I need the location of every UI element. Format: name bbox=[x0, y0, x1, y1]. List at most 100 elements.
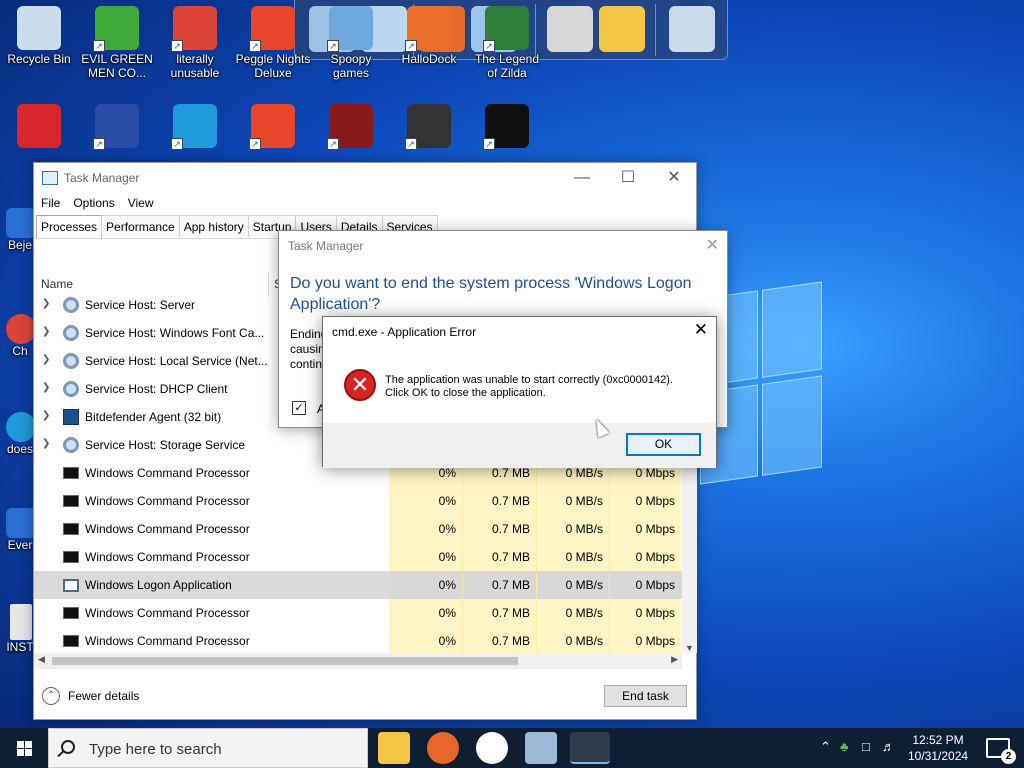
task-manager-titlebar[interactable]: Task Manager — ☐ ✕ bbox=[34, 163, 696, 193]
clock[interactable]: 12:52 PM 10/31/2024 bbox=[908, 732, 968, 764]
firefox-taskbar-icon[interactable] bbox=[427, 732, 459, 764]
expand-chevron-icon[interactable]: ❯ bbox=[42, 298, 50, 309]
service-gear-icon bbox=[63, 325, 79, 341]
service-gear-icon bbox=[63, 381, 79, 397]
horizontal-scrollbar[interactable]: ◀ ▶ bbox=[34, 653, 682, 669]
expand-chevron-icon[interactable]: ❯ bbox=[42, 382, 50, 393]
desktop-icon-chrome[interactable]: ↗ literally unusable bbox=[157, 2, 233, 80]
process-cpu-value: 0% bbox=[389, 627, 462, 655]
command-prompt-icon bbox=[63, 635, 79, 647]
tray-clover-icon[interactable]: ♣ bbox=[840, 739, 849, 754]
shortcut-arrow-icon: ↗ bbox=[171, 138, 183, 150]
expand-chevron-icon[interactable]: ❯ bbox=[42, 410, 50, 421]
network-icon[interactable]: □ bbox=[862, 739, 870, 754]
shortcut-arrow-icon: ↗ bbox=[93, 138, 105, 150]
process-name: Bitdefender Agent (32 bit) bbox=[85, 410, 222, 424]
volume-icon[interactable]: ♬ bbox=[882, 739, 895, 754]
process-mem-value: 0.7 MB bbox=[462, 599, 536, 627]
process-name: Windows Logon Application bbox=[85, 578, 232, 592]
process-row[interactable]: Windows Command Processor 0% 0.7 MB 0 MB/s 0… bbox=[34, 543, 682, 571]
task-manager-taskbar-icon[interactable] bbox=[570, 732, 610, 764]
horizontal-scroll-thumb[interactable] bbox=[52, 657, 518, 665]
desktop-icon-label: EVIL GREEN MEN CO... bbox=[81, 52, 153, 80]
tray-chevron-up-icon[interactable]: ⌃ bbox=[820, 739, 831, 755]
ok-button[interactable]: OK bbox=[626, 433, 701, 456]
command-prompt-icon bbox=[63, 467, 79, 479]
process-mem-value: 0.7 MB bbox=[462, 543, 536, 571]
scroll-down-arrow-icon[interactable]: ▼ bbox=[682, 643, 697, 653]
drive-dock-icon[interactable] bbox=[547, 6, 593, 52]
process-row[interactable]: Windows Command Processor 0% 0.7 MB 0 MB/s 0… bbox=[34, 515, 682, 543]
scroll-right-arrow-icon[interactable]: ▶ bbox=[671, 654, 678, 665]
desktop-icon-zilda[interactable]: ↗ The Legend of Zilda bbox=[469, 2, 545, 80]
chevron-up-icon: ⌃ bbox=[42, 687, 60, 705]
process-name: Service Host: DHCP Client bbox=[85, 382, 228, 396]
folder-dock-icon[interactable] bbox=[599, 6, 645, 52]
notification-icon[interactable]: 2 bbox=[986, 738, 1016, 764]
start-button[interactable] bbox=[0, 728, 48, 768]
desktop-icon-label: HalloDock bbox=[401, 52, 457, 66]
minimize-button[interactable]: — bbox=[560, 167, 604, 189]
process-mem-value: 0.7 MB bbox=[462, 487, 536, 515]
desktop-icon-rdp[interactable]: ↗ bbox=[391, 100, 467, 150]
tab-performance[interactable]: Performance bbox=[101, 215, 180, 237]
taskbar-search[interactable]: Type here to search bbox=[48, 728, 368, 768]
process-disk-value: 0 MB/s bbox=[536, 627, 609, 655]
desktop-icon-folder-computers[interactable]: ↗ Spoopy games bbox=[313, 2, 389, 80]
desktop-icon-recycle-bin[interactable]: Recycle Bin bbox=[1, 2, 77, 66]
confirm-checkbox[interactable]: ✓ bbox=[292, 401, 306, 415]
desktop-icon-hallodock[interactable]: ↗ HalloDock bbox=[391, 2, 467, 66]
desktop-icon-peggle[interactable]: ↗ bbox=[235, 100, 311, 150]
confirm-close-icon[interactable]: ✕ bbox=[706, 235, 719, 255]
github-taskbar-icon[interactable] bbox=[476, 732, 508, 764]
menu-bar: File Options View bbox=[34, 193, 160, 215]
process-row[interactable]: Windows Command Processor 0% 0.7 MB 0 MB/s 0… bbox=[34, 487, 682, 515]
expand-chevron-icon[interactable]: ❯ bbox=[42, 438, 50, 449]
desktop-icon-peggle[interactable]: ↗ Peggle Nights Deluxe bbox=[235, 2, 311, 80]
desktop-icon-bejeweled[interactable] bbox=[1, 100, 77, 150]
end-task-button[interactable]: End task bbox=[604, 685, 687, 707]
hallodock-icon: ↗ bbox=[405, 6, 451, 52]
shortcut-arrow-icon: ↗ bbox=[405, 138, 417, 150]
tab-app-history[interactable]: App history bbox=[178, 215, 249, 237]
scroll-left-arrow-icon[interactable]: ◀ bbox=[38, 654, 45, 665]
desktop-icon-github[interactable]: ↗ bbox=[469, 100, 545, 150]
column-name[interactable]: Name bbox=[41, 277, 73, 291]
process-mem-value: 0.7 MB bbox=[462, 571, 536, 599]
zilda-icon: ↗ bbox=[483, 6, 529, 52]
recycle-bin-dock-icon[interactable] bbox=[669, 6, 715, 52]
shortcut-arrow-icon: ↗ bbox=[405, 40, 417, 52]
tab-processes[interactable]: Processes bbox=[36, 215, 103, 239]
expand-chevron-icon[interactable]: ❯ bbox=[42, 354, 50, 365]
process-name: Windows Command Processor bbox=[85, 606, 250, 620]
file-explorer-taskbar-icon[interactable] bbox=[378, 732, 410, 764]
process-name: Windows Command Processor bbox=[85, 550, 250, 564]
desktop-icon-evil-green-men[interactable]: ↗ EVIL GREEN MEN CO... bbox=[79, 2, 155, 80]
process-row[interactable]: Windows Command Processor 0% 0.7 MB 0 MB/s 0… bbox=[34, 627, 682, 655]
process-mem-value: 0.7 MB bbox=[462, 627, 536, 655]
close-button[interactable]: ✕ bbox=[652, 167, 696, 189]
desktop-icon-mpl[interactable]: ↗ bbox=[79, 100, 155, 150]
error-close-icon[interactable]: ✕ bbox=[694, 320, 708, 340]
process-row[interactable]: Windows Command Processor 0% 0.7 MB 0 MB/s 0… bbox=[34, 599, 682, 627]
maximize-button[interactable]: ☐ bbox=[606, 167, 650, 189]
expand-chevron-icon[interactable]: ❯ bbox=[42, 326, 50, 337]
process-net-value: 0 Mbps bbox=[609, 599, 681, 627]
desktop-icon-flash[interactable]: ↗ bbox=[313, 100, 389, 150]
menu-options[interactable]: Options bbox=[73, 193, 114, 213]
menu-view[interactable]: View bbox=[128, 193, 154, 213]
remote-desktop-taskbar-icon[interactable] bbox=[525, 732, 557, 764]
shortcut-arrow-icon: ↗ bbox=[327, 138, 339, 150]
desktop-icon-label: Spoopy games bbox=[330, 52, 372, 80]
process-name: Service Host: Windows Font Ca... bbox=[85, 326, 265, 340]
task-manager-footer: ⌃ Fewer details End task bbox=[34, 679, 696, 719]
shortcut-arrow-icon: ↗ bbox=[171, 40, 183, 52]
service-gear-icon bbox=[63, 297, 79, 313]
command-prompt-icon bbox=[63, 607, 79, 619]
shortcut-arrow-icon: ↗ bbox=[249, 40, 261, 52]
desktop-icon-edge[interactable]: ↗ bbox=[157, 100, 233, 150]
process-name: Service Host: Server bbox=[85, 298, 196, 312]
application-error-dialog: cmd.exe - Application Error ✕ ✕ The appl… bbox=[322, 316, 717, 468]
menu-file[interactable]: File bbox=[41, 193, 60, 213]
process-row[interactable]: Windows Logon Application 0% 0.7 MB 0 MB/s 0… bbox=[34, 571, 682, 599]
